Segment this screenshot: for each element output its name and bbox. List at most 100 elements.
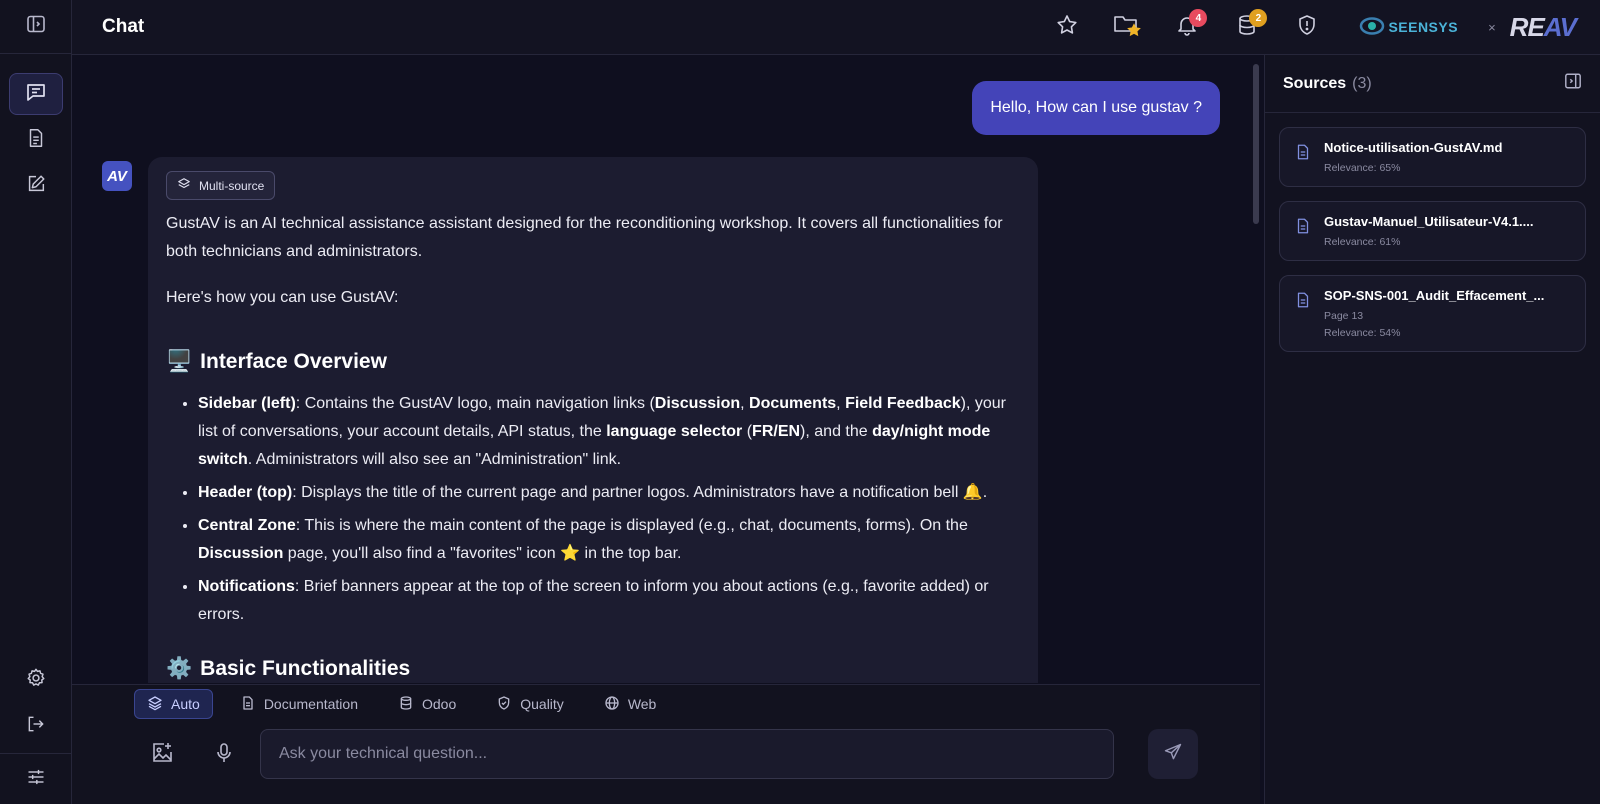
scrollbar-thumb[interactable]: [1253, 64, 1259, 224]
collapse-panel-icon[interactable]: [1564, 72, 1582, 95]
layers-icon: [177, 177, 191, 194]
list-item-text: (: [742, 423, 753, 440]
seensys-eye-icon: [1359, 16, 1385, 39]
list-item-text: page, you'll also find a "favorites" ico…: [283, 545, 682, 562]
logout-button[interactable]: [9, 705, 63, 747]
mode-web[interactable]: Web: [591, 689, 670, 719]
chat-bubble-icon: [24, 80, 48, 109]
list-item-text: : Displays the title of the current page…: [292, 484, 988, 501]
sidebar-toggle-icon[interactable]: [26, 14, 46, 39]
list-item-term: FR/EN: [752, 423, 801, 440]
sources-panel: Sources (3) Notice-utilisation-GustAV.md…: [1264, 55, 1600, 804]
list-item-text: ), and the: [800, 423, 873, 440]
notifications-button[interactable]: 4: [1167, 7, 1208, 47]
composer: Auto Documentation Odoo Quality Web: [72, 684, 1260, 804]
source-relevance: Relevance: 65%: [1324, 162, 1401, 174]
user-message: Hello, How can I use gustav ?: [972, 81, 1220, 135]
logout-icon: [26, 714, 46, 739]
seensys-logo: SEENSYS: [1359, 16, 1458, 39]
database-button[interactable]: 2: [1227, 7, 1268, 47]
nav-chat-button[interactable]: [8, 73, 63, 115]
chat-area[interactable]: Hello, How can I use gustav ? AV Multi-s…: [72, 55, 1260, 683]
reav-logo-prefix: RE: [1509, 11, 1545, 42]
security-button[interactable]: [1287, 7, 1327, 47]
mode-label: Web: [627, 696, 657, 712]
list-item-text: : This is where the main content of the …: [295, 517, 968, 534]
chat-scrollbar[interactable]: [1252, 58, 1260, 678]
sources-header: Sources (3): [1265, 55, 1600, 113]
file-icon: [1294, 142, 1312, 167]
list-item: Sidebar (left): Contains the GustAV logo…: [198, 390, 1020, 474]
sources-title: Sources: [1283, 74, 1347, 92]
multi-source-chip: Multi-source: [166, 171, 276, 200]
howto-paragraph: Here's how you can use GustAV:: [166, 289, 399, 306]
send-icon: [1163, 742, 1183, 767]
source-page: Page 13: [1324, 310, 1364, 322]
rail-nav: [0, 54, 71, 207]
filters-button[interactable]: [9, 758, 63, 800]
source-card[interactable]: Notice-utilisation-GustAV.md Relevance: …: [1279, 127, 1586, 187]
section-title: Basic Functionalities: [200, 657, 411, 680]
list-item-text: . Administrators will also see an "Admin…: [247, 451, 622, 468]
chip-label: Multi-source: [199, 178, 265, 193]
mode-quality[interactable]: Quality: [483, 689, 577, 719]
source-card[interactable]: SOP-SNS-001_Audit_Effacement_... Page 13…: [1279, 275, 1586, 352]
list-item-text: ,: [836, 395, 846, 412]
mode-auto[interactable]: Auto: [134, 689, 213, 719]
favorites-button[interactable]: [1047, 7, 1087, 47]
mode-label: Odoo: [421, 696, 457, 712]
mode-selector: Auto Documentation Odoo Quality Web: [134, 689, 669, 719]
monitor-emoji-icon: 🖥️: [166, 350, 193, 373]
source-relevance: Relevance: 61%: [1324, 236, 1401, 248]
list-item-term: language selector: [606, 423, 743, 440]
list-item-text: : Contains the GustAV logo, main navigat…: [295, 395, 655, 412]
edit-icon: [25, 173, 47, 200]
star-icon: [1055, 13, 1079, 42]
shield-alert-icon: [1295, 13, 1319, 42]
sources-count: (3): [1352, 74, 1372, 92]
intro-paragraph: GustAV is an AI technical assistance ass…: [166, 215, 1003, 260]
rail-bottom: [0, 655, 72, 804]
mode-label: Auto: [171, 696, 200, 712]
page-title: Chat: [102, 16, 145, 37]
document-icon: [25, 127, 47, 154]
section-heading-basic: ⚙️ Basic Functionalities: [166, 657, 1020, 681]
nav-edit-button[interactable]: [9, 165, 63, 207]
assistant-message: Multi-source GustAV is an AI technical a…: [148, 157, 1038, 683]
section-heading-interface: 🖥️ Interface Overview: [166, 350, 1020, 374]
question-input[interactable]: [260, 729, 1114, 779]
seensys-logo-text: SEENSYS: [1388, 19, 1459, 35]
section-title: Interface Overview: [200, 350, 387, 373]
list-item-term: Documents: [749, 395, 837, 412]
file-icon: [1294, 216, 1312, 241]
document-icon: [240, 695, 256, 714]
gear-icon: [25, 667, 47, 694]
list-item-text: : Brief banners appear at the top of the…: [198, 578, 989, 623]
sliders-icon: [26, 767, 46, 792]
mode-odoo[interactable]: Odoo: [385, 689, 469, 719]
list-item-term: Sidebar (left): [198, 395, 296, 412]
list-item: Notifications: Brief banners appear at t…: [198, 573, 1020, 629]
microphone-icon[interactable]: [212, 741, 236, 770]
rail-top: [0, 0, 71, 54]
mode-documentation[interactable]: Documentation: [227, 689, 371, 719]
settings-button[interactable]: [9, 659, 63, 701]
list-item-term: Discussion: [198, 545, 284, 562]
assistant-avatar: AV: [102, 161, 132, 191]
partner-separator: ×: [1488, 19, 1496, 35]
list-item-term: Field Feedback: [845, 395, 961, 412]
nav-documents-button[interactable]: [9, 119, 63, 161]
mode-label: Quality: [520, 696, 564, 712]
source-card[interactable]: Gustav-Manuel_Utilisateur-V4.1.... Relev…: [1279, 201, 1586, 261]
list-item-term: Notifications: [198, 578, 295, 595]
send-button[interactable]: [1148, 729, 1198, 779]
list-item-term: Header (top): [198, 484, 293, 501]
reav-logo: REAV: [1509, 11, 1577, 43]
notification-badge: 4: [1189, 9, 1208, 27]
list-item: Header (top): Displays the title of the …: [198, 479, 1020, 507]
source-relevance: Relevance: 54%: [1324, 327, 1401, 339]
favorite-folders-button[interactable]: [1107, 7, 1147, 47]
source-name: SOP-SNS-001_Audit_Effacement_...: [1324, 288, 1545, 303]
app-window: Chat 4 2 SEENSYS × REAV Hello, How can I…: [0, 0, 1600, 804]
image-upload-icon[interactable]: [150, 741, 174, 770]
